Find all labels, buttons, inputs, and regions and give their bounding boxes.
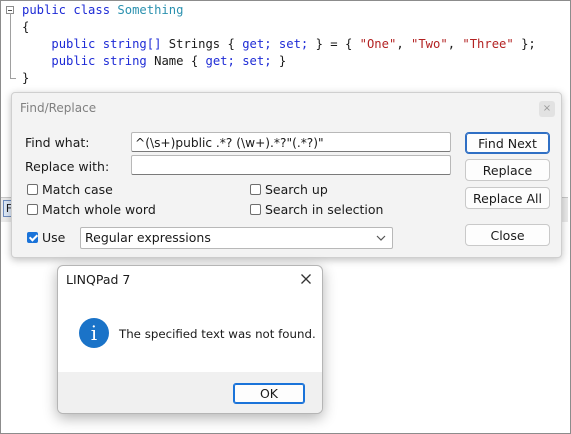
find-next-button[interactable]: Find Next (465, 132, 550, 154)
string-token: "Two" (411, 37, 448, 51)
identifier-token: Strings (168, 37, 221, 51)
punct-token: { (190, 54, 199, 68)
punct-token: , (396, 37, 404, 51)
replace-with-label: Replace with: (25, 159, 110, 174)
type-token: Something (117, 3, 184, 17)
use-checkbox[interactable] (27, 232, 38, 243)
keyword-token: get; (205, 54, 235, 68)
keyword-token: public (22, 3, 67, 17)
keyword-token: string (102, 54, 147, 68)
search-up-label: Search up (265, 182, 328, 197)
find-replace-dialog: Find/Replace × Find what: ^(\s+)public .… (11, 92, 562, 258)
find-what-input[interactable]: ^(\s+)public .*? (\w+).*?"(.*?)" (131, 132, 451, 152)
punct-token: } = { (315, 37, 353, 51)
search-up-option[interactable]: Search up (250, 182, 328, 197)
match-whole-word-option[interactable]: Match whole word (27, 202, 156, 217)
keyword-token: class (73, 3, 111, 17)
match-case-option[interactable]: Match case (27, 182, 113, 197)
string-token: "Three" (462, 37, 514, 51)
keyword-token: public (51, 54, 96, 68)
fold-guide (10, 13, 11, 79)
close-icon[interactable] (297, 270, 315, 288)
match-case-label: Match case (42, 182, 113, 197)
punct-token: } (278, 54, 287, 68)
message-box-title: LINQPad 7 (66, 272, 131, 287)
code-line-3[interactable]: public string[] Strings { get; set; } = … (22, 36, 536, 53)
search-mode-value: Regular expressions (85, 230, 211, 245)
dialog-title: Find/Replace (20, 101, 97, 115)
string-token: "One" (359, 37, 397, 51)
replace-button[interactable]: Replace (465, 159, 550, 181)
match-case-checkbox[interactable] (27, 184, 38, 195)
code-line-1[interactable]: public class Something (22, 2, 183, 19)
find-what-label: Find what: (25, 135, 90, 150)
close-icon[interactable]: × (539, 101, 555, 117)
message-text: The specified text was not found. (119, 327, 316, 341)
info-glyph: i (90, 321, 98, 345)
use-label: Use (42, 230, 66, 245)
keyword-token: set; (278, 37, 309, 51)
punct-token: }; (521, 37, 536, 51)
ok-button[interactable]: OK (233, 383, 305, 404)
keyword-token: string[] (102, 37, 162, 51)
search-up-checkbox[interactable] (250, 184, 261, 195)
fold-guide-end (10, 78, 16, 79)
match-whole-word-checkbox[interactable] (27, 204, 38, 215)
message-box: LINQPad 7 i The specified text was not f… (57, 265, 323, 414)
info-icon: i (79, 318, 109, 348)
search-mode-select[interactable]: Regular expressions (80, 227, 393, 249)
code-line-2[interactable]: { (22, 19, 29, 36)
code-line-5[interactable]: } (22, 70, 29, 87)
brace-token: } (22, 71, 30, 85)
use-option[interactable]: Use (27, 230, 65, 245)
close-button[interactable]: Close (465, 224, 550, 246)
search-in-selection-label: Search in selection (265, 202, 384, 217)
match-whole-word-label: Match whole word (42, 202, 156, 217)
replace-all-button[interactable]: Replace All (465, 187, 550, 209)
search-in-selection-option[interactable]: Search in selection (250, 202, 383, 217)
brace-token: { (22, 20, 30, 34)
keyword-token: public (51, 37, 96, 51)
punct-token: { (227, 37, 235, 51)
search-in-selection-checkbox[interactable] (250, 204, 261, 215)
editor-gutter (1, 1, 19, 91)
replace-with-input[interactable] (131, 155, 451, 175)
chevron-down-icon (376, 235, 386, 241)
keyword-token: get; (242, 37, 272, 51)
keyword-token: set; (242, 54, 272, 68)
code-line-4[interactable]: public string Name { get; set; } (22, 53, 286, 70)
punct-token: , (447, 37, 456, 51)
identifier-token: Name (154, 54, 184, 68)
